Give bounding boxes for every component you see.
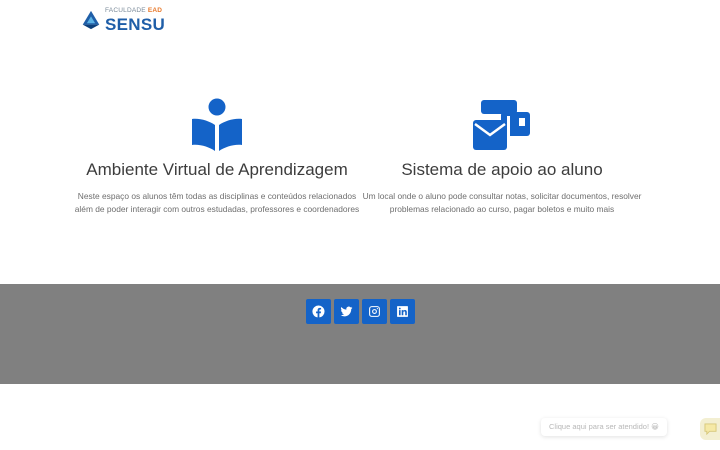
chat-prompt[interactable]: Clique aqui para ser atendido! 😀 [541, 418, 667, 436]
feature-support: Sistema de apoio ao aluno Um local onde … [352, 96, 652, 215]
social-links [306, 299, 415, 324]
chat-button[interactable] [700, 418, 720, 440]
mail-bulk-icon [473, 100, 530, 150]
twitter-button[interactable] [334, 299, 359, 324]
logo[interactable]: FACULDADE EAD SENSU [80, 7, 166, 34]
book-reader-icon [192, 98, 242, 151]
site-header: FACULDADE EAD SENSU [0, 0, 720, 40]
feature-description: Neste espaço os alunos têm todas as disc… [74, 191, 360, 214]
site-footer [0, 284, 720, 384]
feature-ava: Ambiente Virtual de Aprendizagem Neste e… [67, 96, 367, 215]
facebook-button[interactable] [306, 299, 331, 324]
feature-title[interactable]: Ambiente Virtual de Aprendizagem [67, 160, 367, 180]
chat-icon [704, 423, 716, 435]
twitter-icon [340, 306, 353, 317]
facebook-icon [312, 305, 325, 318]
logo-subtitle: FACULDADE EAD [105, 7, 163, 14]
instagram-button[interactable] [362, 299, 387, 324]
logo-title: SENSU [105, 14, 166, 34]
feature-title[interactable]: Sistema de apoio ao aluno [352, 160, 652, 180]
logo-mark-icon [80, 10, 102, 31]
ava-link[interactable] [67, 96, 367, 152]
linkedin-icon [397, 306, 408, 317]
support-link[interactable] [352, 96, 652, 152]
instagram-icon [369, 306, 380, 317]
logo-text: FACULDADE EAD SENSU [105, 7, 166, 34]
linkedin-button[interactable] [390, 299, 415, 324]
feature-description: Um local onde o aluno pode consultar not… [362, 191, 642, 214]
